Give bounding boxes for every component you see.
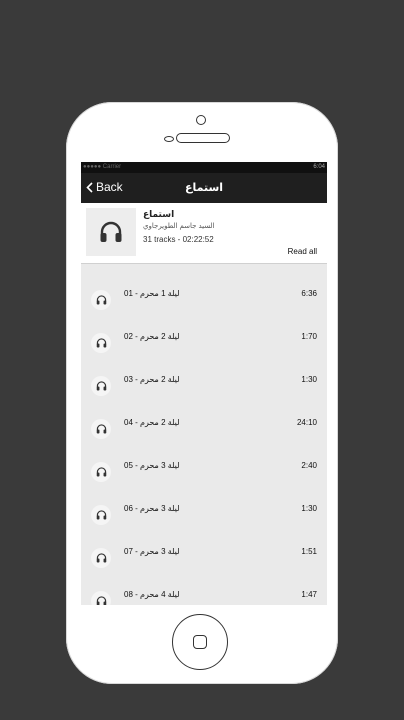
track-duration: 1:30 [301,375,317,384]
headphones-icon [91,290,111,310]
earpiece-speaker [176,133,230,143]
album-track-info: 31 tracks - 02:22:52 [143,235,214,244]
headphones-icon [91,333,111,353]
navigation-bar: Back استماع [81,173,327,203]
track-row[interactable]: ليلة 1 محرم - 01 6:36 [81,277,327,320]
album-artwork [86,208,136,256]
track-row[interactable]: ليلة 4 محرم - 08 1:47 [81,578,327,605]
track-name: ليلة 2 محرم - 02 [124,332,180,341]
track-row[interactable]: ليلة 2 محرم - 03 1:30 [81,363,327,406]
track-name: ليلة 3 محرم - 07 [124,547,180,556]
album-author: السيد جاسم الطويرجاوي [143,223,215,230]
headphones-icon [91,376,111,396]
track-name: ليلة 2 محرم - 03 [124,375,180,384]
track-name: ليلة 2 محرم - 04 [124,418,180,427]
track-list: ليلة 1 محرم - 01 6:36 ليلة 2 محرم - 02 1… [81,264,327,605]
track-row[interactable]: ليلة 2 محرم - 02 1:70 [81,320,327,363]
track-name: ليلة 3 محرم - 06 [124,504,180,513]
track-row[interactable]: ليلة 2 محرم - 04 24:10 [81,406,327,449]
album-header: استماع السيد جاسم الطويرجاوي 31 tracks -… [81,203,327,264]
track-name: ليلة 1 محرم - 01 [124,289,180,298]
headphones-icon [91,462,111,482]
headphones-icon [91,591,111,605]
album-title: استماع [143,209,175,219]
track-duration: 24:10 [296,418,317,427]
headphones-icon [91,505,111,525]
track-duration: 1:51 [301,547,317,556]
track-row[interactable]: ليلة 3 محرم - 05 2:40 [81,449,327,492]
headphones-icon [91,419,111,439]
app-screen: ●●●●● Carrier 6:04 Back استماع استماع ال… [81,162,327,605]
track-duration: 1:30 [301,504,317,513]
track-name: ليلة 3 محرم - 05 [124,461,180,470]
carrier-label: ●●●●● Carrier [83,164,122,170]
track-duration: 2:40 [301,461,317,470]
status-time: 6:04 [313,164,325,170]
track-duration: 1:70 [301,332,317,341]
track-duration: 6:36 [301,289,317,298]
proximity-sensor [164,136,174,142]
home-button-square [193,635,207,649]
track-name: ليلة 4 محرم - 08 [124,590,180,599]
page-title: استماع [184,182,224,194]
status-bar: ●●●●● Carrier 6:04 [81,162,327,173]
read-all-button[interactable]: Read all [288,247,317,256]
track-duration: 1:47 [301,590,317,599]
front-camera [196,115,206,125]
track-row[interactable]: ليلة 3 محرم - 06 1:30 [81,492,327,535]
track-row[interactable]: ليلة 3 محرم - 07 1:51 [81,535,327,578]
headphones-icon [91,548,111,568]
headphones-icon [100,221,122,242]
